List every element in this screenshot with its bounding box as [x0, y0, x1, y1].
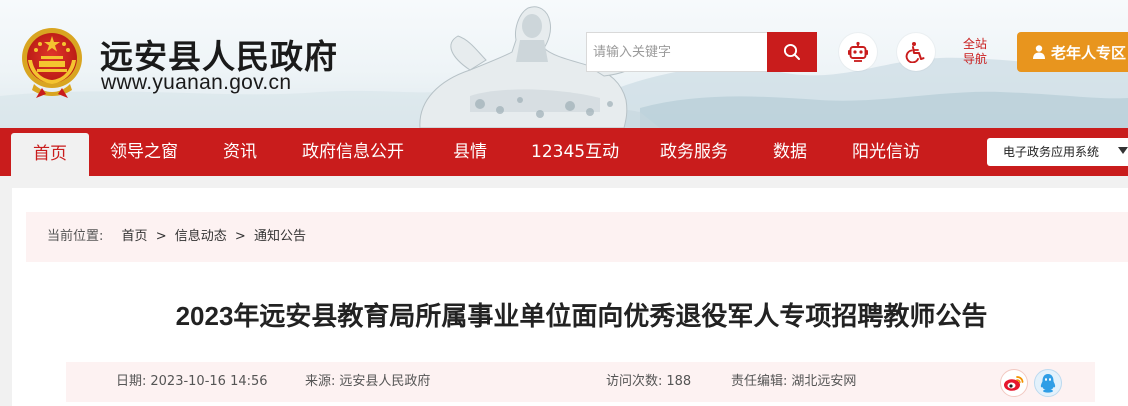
breadcrumb-sep: > — [234, 229, 246, 244]
robot-icon — [848, 41, 868, 62]
date-info: 日期: 2023-10-16 14:56 — [116, 362, 268, 402]
source-value: 远安县人民政府 — [339, 374, 431, 389]
date-value: 2023-10-16 14:56 — [150, 374, 268, 389]
nav-item-gov-info[interactable]: 政府信息公开 — [302, 128, 404, 176]
site-navigation-link[interactable]: 全站 导航 — [955, 37, 995, 67]
source-label: 来源: — [305, 374, 336, 389]
date-label: 日期: — [116, 374, 147, 389]
breadcrumb-notices[interactable]: 通知公告 — [254, 229, 306, 244]
national-emblem-icon — [22, 28, 82, 98]
site-navigation-line2: 导航 — [962, 52, 987, 66]
nav-item-news[interactable]: 资讯 — [223, 128, 257, 176]
nav-item-12345[interactable]: 12345互动 — [531, 128, 619, 176]
views-value: 188 — [666, 374, 692, 389]
page: 远安县人民政府 www.yuanan.gov.cn 请输入关键字 全站 导航 老… — [0, 0, 1128, 406]
views-info: 访问次数: 188 — [606, 362, 691, 402]
editor-label: 责任编辑: — [731, 374, 788, 389]
nav-item-services[interactable]: 政务服务 — [660, 128, 728, 176]
source-info: 来源: 远安县人民政府 — [305, 362, 430, 402]
views-label: 访问次数: — [606, 374, 663, 389]
breadcrumb-prefix: 当前位置: — [47, 229, 104, 244]
nav-item-home[interactable]: 首页 — [11, 133, 89, 176]
accessibility-button[interactable] — [897, 33, 935, 71]
editor-value: 湖北远安网 — [791, 374, 857, 389]
search-input[interactable] — [586, 32, 768, 72]
article-title: 2023年远安县教育局所属事业单位面向优秀退役军人专项招聘教师公告 — [175, 301, 988, 331]
share-weibo-button[interactable] — [1000, 369, 1028, 397]
search-button[interactable] — [767, 32, 817, 72]
nav-item-data[interactable]: 数据 — [773, 128, 807, 176]
nav-item-petition[interactable]: 阳光信访 — [852, 128, 920, 176]
editor-info: 责任编辑: 湖北远安网 — [731, 362, 856, 402]
site-url: www.yuanan.gov.cn — [101, 71, 292, 94]
chevron-down-icon — [1118, 147, 1128, 154]
breadcrumb: 当前位置: 首页 > 信息动态 > 通知公告 — [26, 212, 1128, 262]
share-qq-button[interactable] — [1034, 369, 1062, 397]
breadcrumb-home[interactable]: 首页 — [122, 229, 148, 244]
site-header: 远安县人民政府 www.yuanan.gov.cn 请输入关键字 全站 导航 老… — [0, 0, 1128, 128]
nav-item-county-info[interactable]: 县情 — [453, 128, 487, 176]
weibo-icon — [1004, 376, 1024, 391]
site-navigation-line1: 全站 — [962, 37, 987, 51]
accessibility-icon — [905, 42, 925, 63]
user-icon — [1033, 45, 1045, 59]
elder-zone-button[interactable]: 老年人专区 — [1017, 32, 1128, 72]
system-select[interactable]: 电子政务应用系统 — [987, 138, 1128, 166]
breadcrumb-news[interactable]: 信息动态 — [175, 229, 227, 244]
robot-assistant-button[interactable] — [839, 33, 877, 71]
qq-icon — [1040, 374, 1056, 393]
article-meta-bar: 日期: 2023-10-16 14:56 来源: 远安县人民政府 访问次数: 188 … — [66, 362, 1095, 402]
search-icon — [783, 43, 800, 60]
elder-zone-label: 老年人专区 — [1051, 43, 1127, 62]
nav-item-leaders[interactable]: 领导之窗 — [110, 128, 178, 176]
breadcrumb-sep: > — [155, 229, 167, 244]
